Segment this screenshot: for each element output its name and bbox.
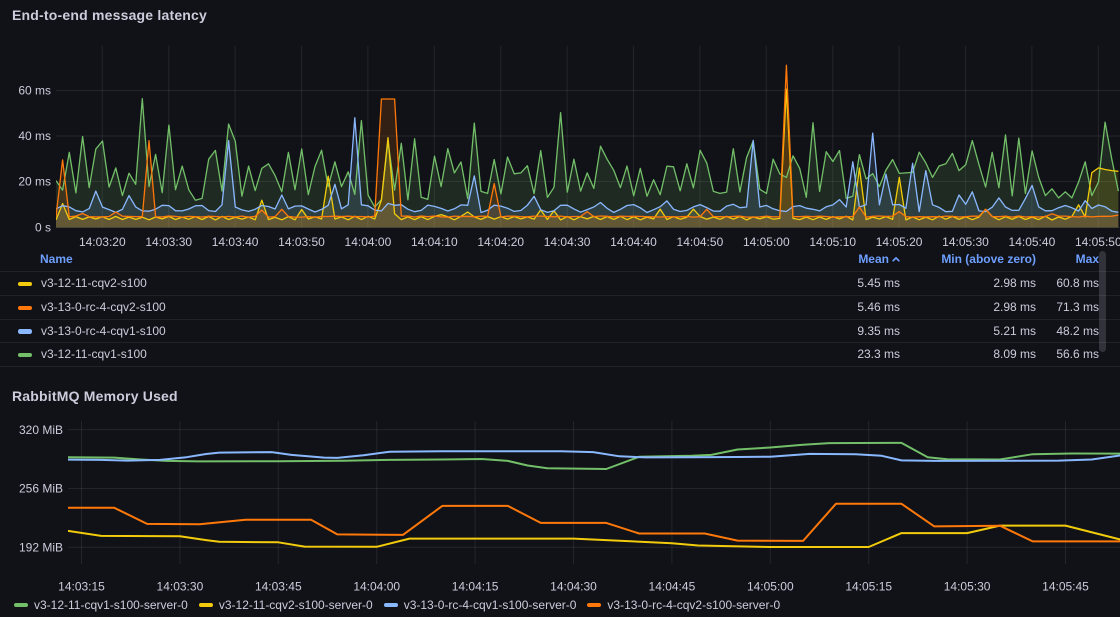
svg-text:14:04:30: 14:04:30 xyxy=(550,580,597,594)
svg-text:14:05:20: 14:05:20 xyxy=(876,235,923,249)
svg-text:256 MiB: 256 MiB xyxy=(19,482,63,496)
svg-text:192 MiB: 192 MiB xyxy=(19,541,63,555)
svg-text:14:04:30: 14:04:30 xyxy=(544,235,591,249)
svg-text:320 MiB: 320 MiB xyxy=(19,423,63,437)
svg-text:14:04:40: 14:04:40 xyxy=(610,235,657,249)
svg-text:40 ms: 40 ms xyxy=(18,129,51,143)
svg-text:14:05:10: 14:05:10 xyxy=(809,235,856,249)
svg-text:14:05:15: 14:05:15 xyxy=(845,580,892,594)
svg-text:20 ms: 20 ms xyxy=(18,175,51,189)
svg-text:60 ms: 60 ms xyxy=(18,84,51,98)
svg-text:14:03:15: 14:03:15 xyxy=(58,580,105,594)
svg-text:14:05:30: 14:05:30 xyxy=(942,235,989,249)
svg-text:14:03:30: 14:03:30 xyxy=(145,235,192,249)
svg-text:14:03:50: 14:03:50 xyxy=(278,235,325,249)
svg-text:14:05:00: 14:05:00 xyxy=(747,580,794,594)
svg-text:14:05:00: 14:05:00 xyxy=(743,235,790,249)
svg-text:14:04:20: 14:04:20 xyxy=(477,235,524,249)
svg-text:14:04:10: 14:04:10 xyxy=(411,235,458,249)
svg-text:14:03:45: 14:03:45 xyxy=(255,580,302,594)
svg-text:14:03:20: 14:03:20 xyxy=(79,235,126,249)
svg-text:14:03:30: 14:03:30 xyxy=(157,580,204,594)
svg-text:14:04:00: 14:04:00 xyxy=(345,235,392,249)
svg-text:14:04:00: 14:04:00 xyxy=(353,580,400,594)
svg-text:0 s: 0 s xyxy=(35,221,51,235)
svg-text:14:05:40: 14:05:40 xyxy=(1009,235,1056,249)
svg-text:14:04:50: 14:04:50 xyxy=(677,235,724,249)
svg-text:14:05:50: 14:05:50 xyxy=(1075,235,1120,249)
svg-text:14:05:30: 14:05:30 xyxy=(944,580,991,594)
svg-text:14:04:15: 14:04:15 xyxy=(452,580,499,594)
svg-text:14:03:40: 14:03:40 xyxy=(212,235,259,249)
svg-text:14:04:45: 14:04:45 xyxy=(649,580,696,594)
svg-text:14:05:45: 14:05:45 xyxy=(1042,580,1089,594)
